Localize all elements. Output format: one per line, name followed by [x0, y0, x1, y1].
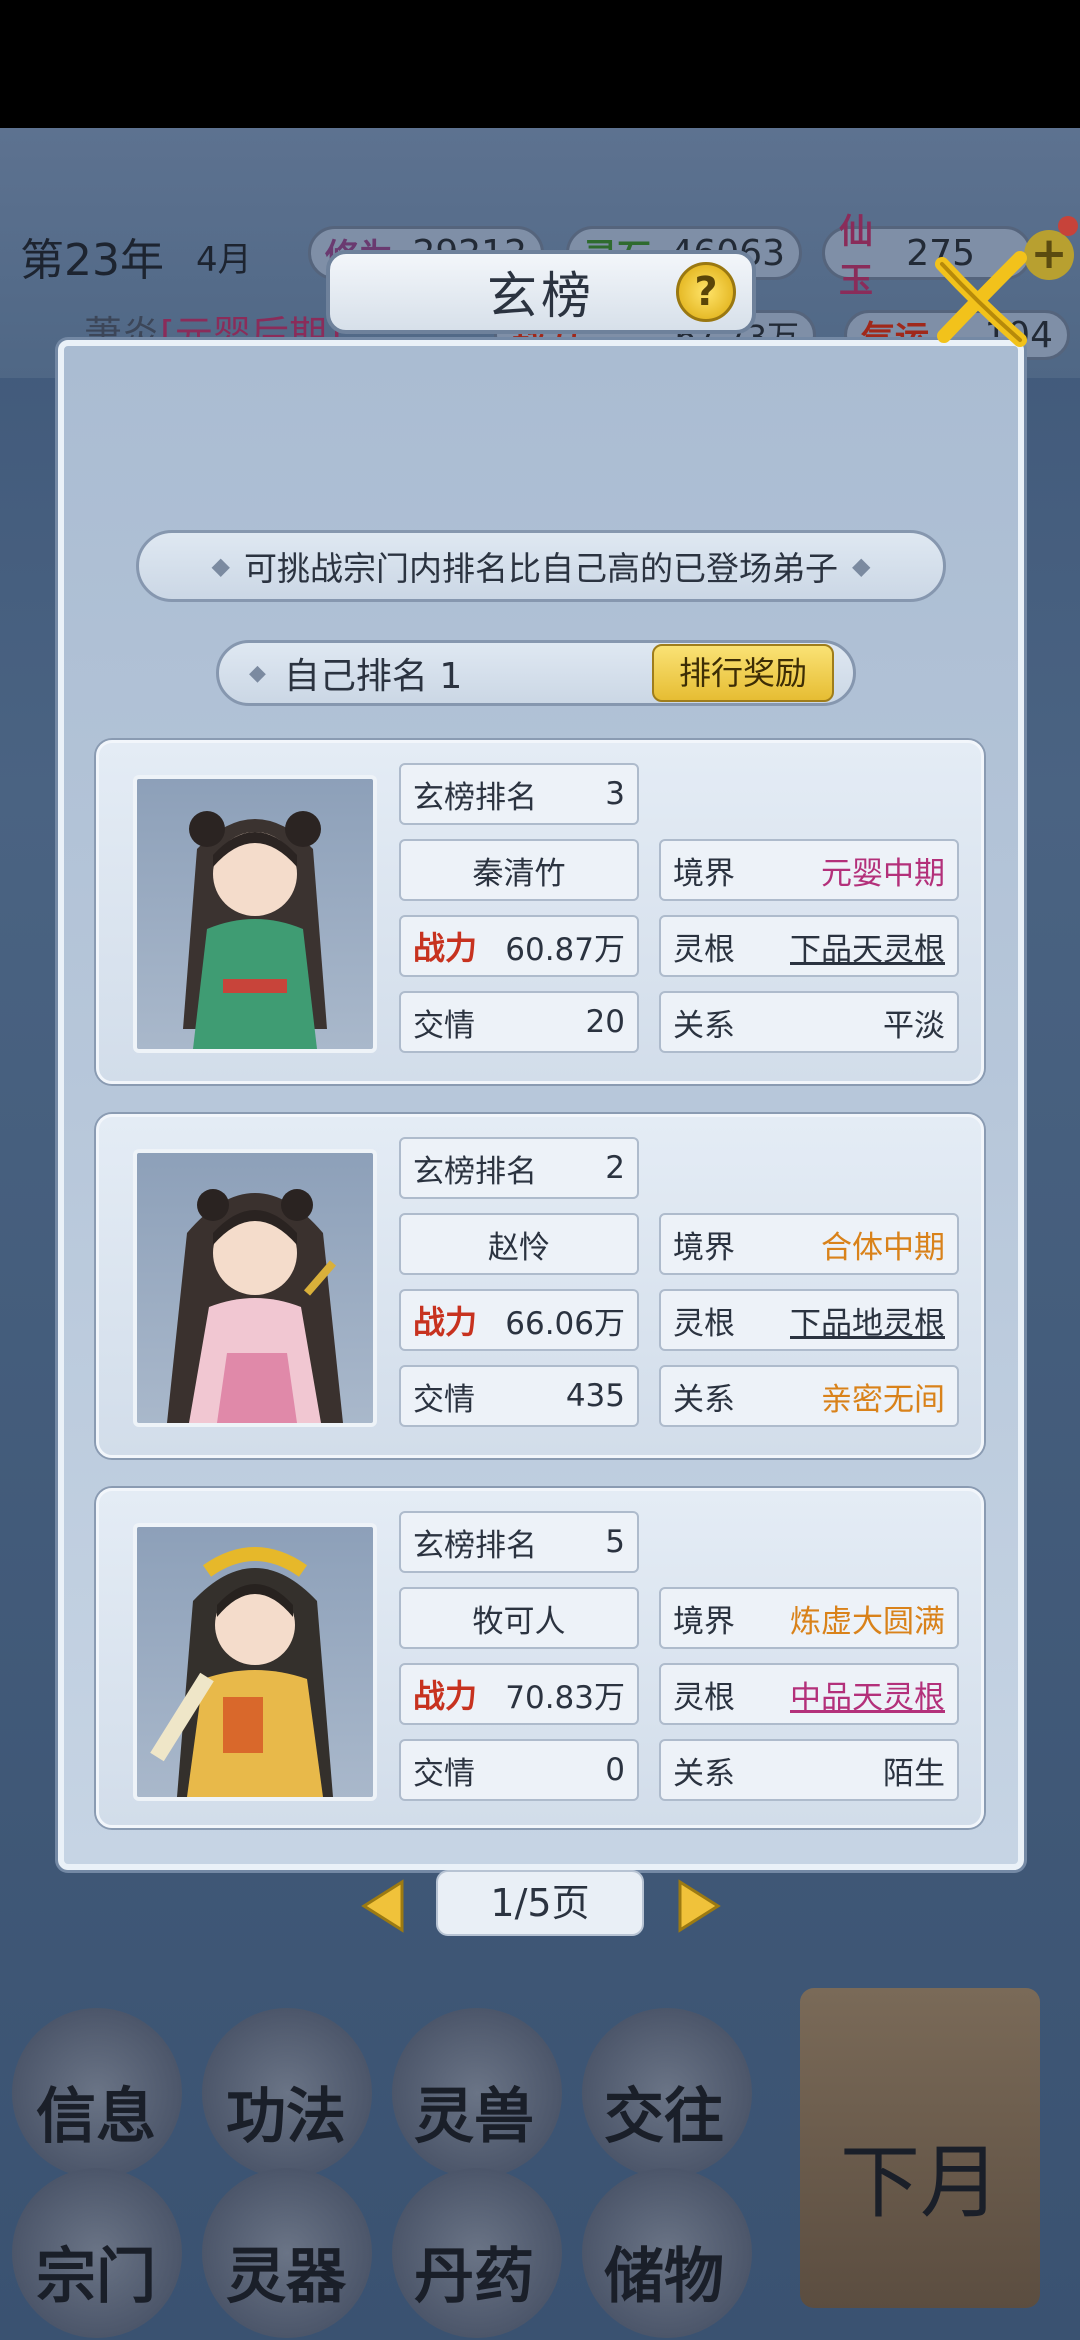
root-value[interactable]: 下品地灵根	[790, 1298, 945, 1343]
menu-sect-label: 宗门	[36, 2242, 156, 2312]
relation-label: 关系	[673, 1007, 735, 1044]
root-label: 灵根	[673, 931, 735, 968]
disciple-portrait	[133, 1149, 377, 1427]
disciple-portrait	[133, 775, 377, 1053]
rank-cell: 玄榜排名 3	[399, 763, 639, 825]
year-label: 第23年	[20, 235, 164, 286]
relation-value: 平淡	[883, 1007, 945, 1044]
friendship-value: 20	[585, 1004, 625, 1040]
power-label: 战力	[413, 929, 478, 967]
rule-hint: ◆ 可挑战宗门内排名比自己高的已登场弟子 ◆	[136, 530, 946, 602]
diamond-icon: ◆	[211, 552, 230, 580]
relation-value: 陌生	[883, 1755, 945, 1792]
rank-cell: 玄榜排名 5	[399, 1511, 639, 1573]
friendship-label: 交情	[413, 1007, 475, 1044]
root-cell[interactable]: 灵根 中品天灵根	[659, 1663, 959, 1725]
friendship-value: 0	[605, 1752, 625, 1788]
power-cell: 战力 66.06万	[399, 1289, 639, 1351]
disciple-name-cell: 赵怜	[399, 1213, 639, 1275]
menu-pills-label: 丹药	[414, 2242, 534, 2312]
realm-value: 炼虚大圆满	[790, 1603, 945, 1640]
menu-social-label: 交往	[604, 2082, 724, 2152]
power-value: 70.83万	[505, 1679, 625, 1716]
notification-dot	[1058, 216, 1078, 236]
next-page-arrow-icon[interactable]	[676, 1878, 724, 1934]
root-label: 灵根	[673, 1679, 735, 1716]
realm-cell: 境界 合体中期	[659, 1213, 959, 1275]
root-cell[interactable]: 灵根 下品天灵根	[659, 915, 959, 977]
rank-value: 2	[605, 1150, 625, 1186]
disciple-name: 牧可人	[472, 1603, 566, 1640]
disciple-portrait	[133, 1523, 377, 1801]
rank-reward-button[interactable]: 排行奖励	[652, 644, 834, 702]
power-cell: 战力 70.83万	[399, 1663, 639, 1725]
relation-label: 关系	[673, 1755, 735, 1792]
disciple-card[interactable]: 玄榜排名 5 牧可人 境界 炼虚大圆满 战力 70.83万 灵根 中品天灵根 交…	[96, 1488, 984, 1828]
menu-storage-label: 储物	[604, 2242, 724, 2312]
dialog-title: 玄榜	[487, 267, 595, 325]
realm-label: 境界	[673, 1229, 735, 1266]
realm-label: 境界	[673, 1603, 735, 1640]
friendship-label: 交情	[413, 1755, 475, 1792]
menu-artifacts-label: 灵器	[226, 2242, 346, 2312]
friendship-value: 435	[565, 1378, 625, 1414]
disciple-name: 赵怜	[488, 1229, 550, 1266]
realm-cell: 境界 炼虚大圆满	[659, 1587, 959, 1649]
menu-info-label: 信息	[36, 2082, 156, 2152]
friendship-label: 交情	[413, 1381, 475, 1418]
friendship-cell: 交情 0	[399, 1739, 639, 1801]
disciple-name: 秦清竹	[472, 855, 566, 892]
friendship-cell: 交情 20	[399, 991, 639, 1053]
help-icon[interactable]: ?	[676, 262, 736, 322]
page-indicator: 1/5页	[436, 1870, 644, 1936]
root-value[interactable]: 下品天灵根	[790, 924, 945, 969]
resource-label: 仙玉	[839, 212, 873, 301]
relation-value: 亲密无间	[821, 1381, 945, 1418]
disciple-name-cell: 秦清竹	[399, 839, 639, 901]
relation-cell: 关系 亲密无间	[659, 1365, 959, 1427]
rank-label: 玄榜排名	[413, 1153, 537, 1190]
disciple-card[interactable]: 玄榜排名 3 秦清竹 境界 元婴中期 战力 60.87万 灵根 下品天灵根 交情…	[96, 740, 984, 1084]
rank-label: 玄榜排名	[413, 779, 537, 816]
relation-label: 关系	[673, 1381, 735, 1418]
diamond-icon: ◆	[852, 552, 871, 580]
menu-beasts-label: 灵兽	[414, 2082, 534, 2152]
rank-cell: 玄榜排名 2	[399, 1137, 639, 1199]
root-label: 灵根	[673, 1305, 735, 1342]
diamond-icon: ◆	[249, 660, 266, 686]
root-value[interactable]: 中品天灵根	[790, 1672, 945, 1717]
close-icon[interactable]	[924, 244, 1034, 354]
power-value: 66.06万	[505, 1305, 625, 1342]
realm-value: 合体中期	[821, 1229, 945, 1266]
next-month-label: 下月	[840, 2136, 1000, 2229]
rule-hint-text: 可挑战宗门内排名比自己高的已登场弟子	[244, 549, 838, 588]
power-value: 60.87万	[505, 931, 625, 968]
power-label: 战力	[413, 1303, 478, 1341]
menu-skills-label: 功法	[226, 2082, 346, 2152]
power-cell: 战力 60.87万	[399, 915, 639, 977]
rank-value: 3	[605, 776, 625, 812]
root-cell[interactable]: 灵根 下品地灵根	[659, 1289, 959, 1351]
self-rank-text: 自己排名 1	[283, 656, 463, 697]
month-label: 4月	[196, 240, 252, 280]
power-label: 战力	[413, 1677, 478, 1715]
relation-cell: 关系 陌生	[659, 1739, 959, 1801]
friendship-cell: 交情 435	[399, 1365, 639, 1427]
rank-label: 玄榜排名	[413, 1527, 537, 1564]
rank-value: 5	[605, 1524, 625, 1560]
relation-cell: 关系 平淡	[659, 991, 959, 1053]
next-month-button[interactable]: 下月	[800, 1988, 1040, 2308]
realm-cell: 境界 元婴中期	[659, 839, 959, 901]
realm-value: 元婴中期	[821, 855, 945, 892]
disciple-card[interactable]: 玄榜排名 2 赵怜 境界 合体中期 战力 66.06万 灵根 下品地灵根 交情 …	[96, 1114, 984, 1458]
prev-page-arrow-icon[interactable]	[358, 1878, 406, 1934]
disciple-name-cell: 牧可人	[399, 1587, 639, 1649]
realm-label: 境界	[673, 855, 735, 892]
